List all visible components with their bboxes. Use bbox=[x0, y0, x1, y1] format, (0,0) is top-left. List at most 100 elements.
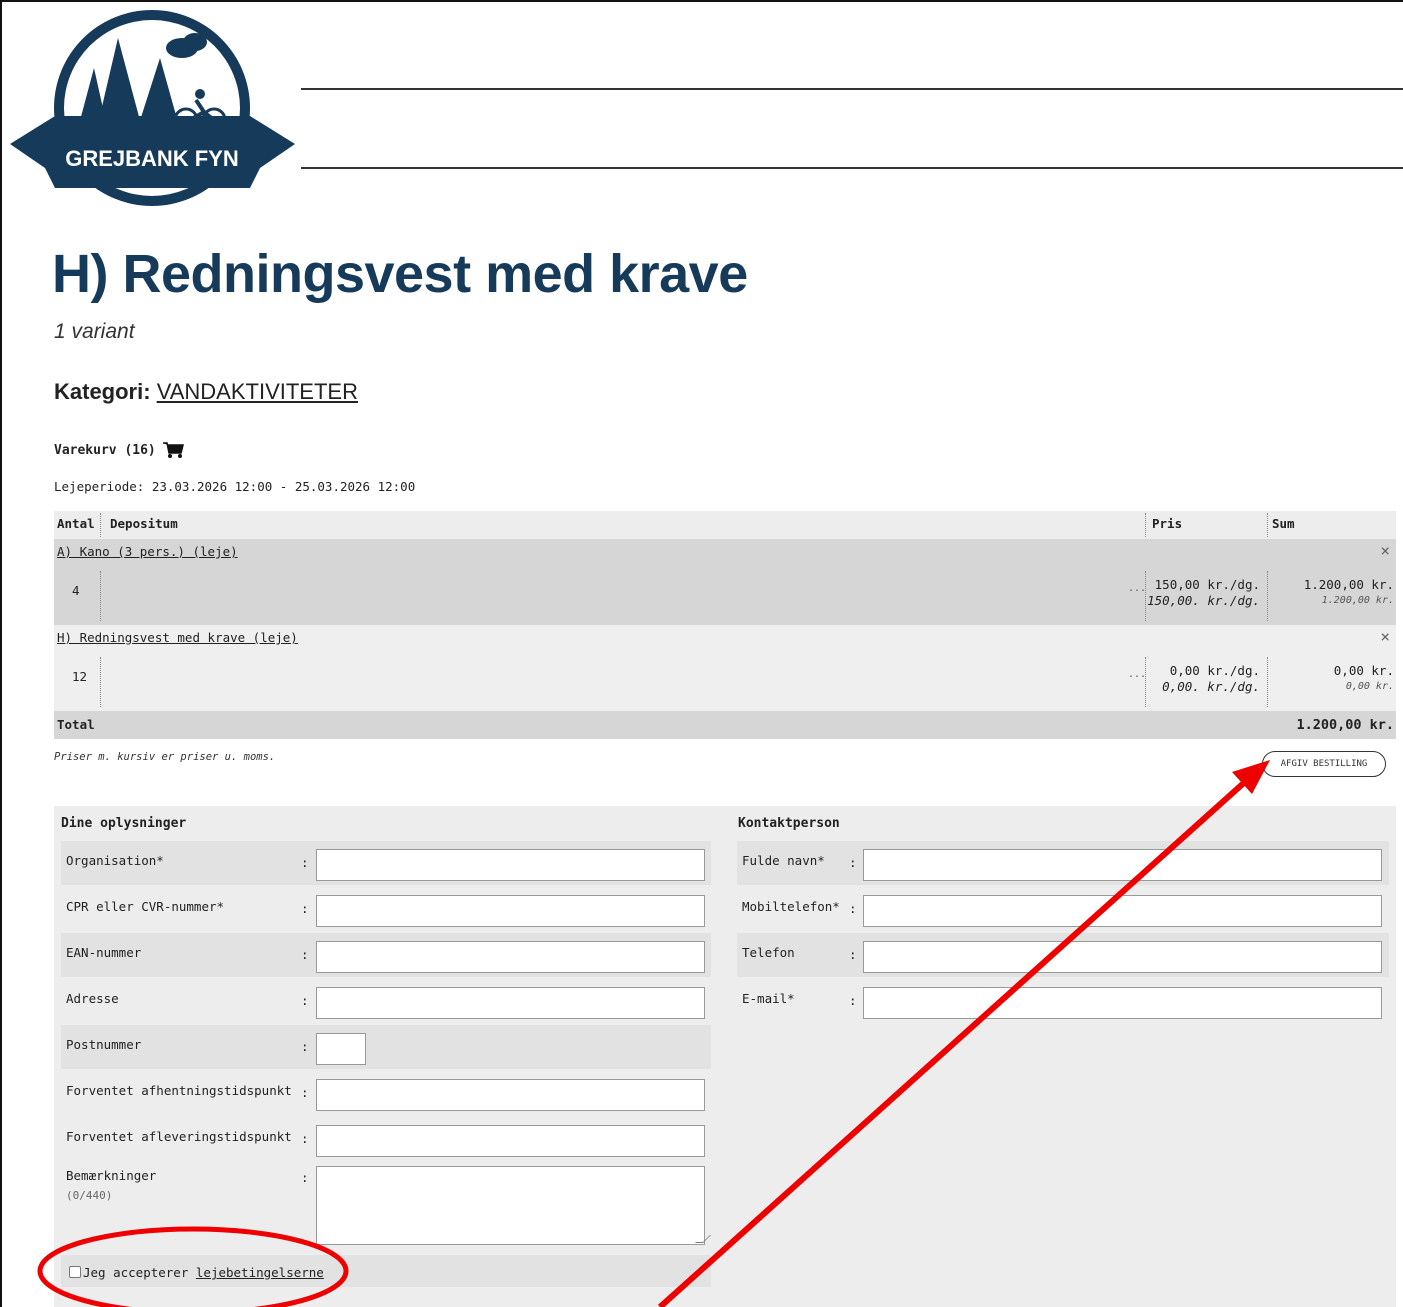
total-label: Total bbox=[57, 717, 95, 732]
remove-item-icon[interactable]: × bbox=[1380, 627, 1390, 646]
cart-header-row: Antal Depositum Pris Sum bbox=[54, 511, 1396, 539]
contact-person-title: Kontaktperson bbox=[738, 816, 840, 831]
field-label: EAN-nummer bbox=[66, 945, 142, 960]
field-colon: : bbox=[849, 947, 857, 962]
col-divider bbox=[100, 657, 101, 707]
item-price-ex-vat: 0,00. kr./dg. bbox=[1162, 679, 1260, 694]
col-divider bbox=[1267, 513, 1268, 537]
accept-terms-text: Jeg accepterer bbox=[83, 1265, 189, 1280]
field-colon: : bbox=[849, 993, 857, 1008]
item-price-ex-vat: 150,00. kr./dg. bbox=[1147, 593, 1260, 608]
col-divider bbox=[1267, 571, 1268, 621]
col-divider bbox=[100, 513, 101, 537]
accept-terms-label[interactable]: Jeg accepterer lejebetingelserne bbox=[83, 1265, 324, 1280]
form-row-phone: Telefon : bbox=[737, 933, 1389, 977]
col-divider bbox=[1145, 571, 1146, 621]
address-input[interactable] bbox=[316, 987, 705, 1019]
item-qty: 12 bbox=[72, 669, 88, 684]
place-order-button[interactable]: AFGIV BESTILLING bbox=[1262, 751, 1386, 777]
field-label: Postnummer bbox=[66, 1037, 142, 1052]
cart-item-row: 4 ... 150,00 kr./dg. 150,00. kr./dg. 1.2… bbox=[54, 567, 1396, 625]
email-input[interactable] bbox=[863, 987, 1382, 1019]
item-sum: 1.200,00 kr. bbox=[1303, 577, 1394, 592]
form-row-organisation: Organisation* : bbox=[61, 841, 711, 885]
phone-input[interactable] bbox=[863, 941, 1382, 973]
full-name-input[interactable] bbox=[863, 849, 1382, 881]
field-label: E-mail* bbox=[742, 991, 795, 1006]
cpr-cvr-input[interactable] bbox=[316, 895, 705, 927]
form-row-cpr-cvr: CPR eller CVR-nummer* : bbox=[61, 887, 711, 931]
field-label: Bemærkninger bbox=[66, 1168, 157, 1183]
field-label: Organisation* bbox=[66, 853, 164, 868]
cart-heading[interactable]: Varekurv (16) bbox=[54, 441, 184, 459]
field-label: Fulde navn* bbox=[742, 853, 825, 868]
col-divider bbox=[100, 571, 101, 621]
rental-period: Lejeperiode: 23.03.2026 12:00 - 25.03.20… bbox=[54, 479, 416, 494]
field-label: CPR eller CVR-nummer* bbox=[66, 899, 225, 914]
col-sum: Sum bbox=[1272, 516, 1295, 531]
field-colon: : bbox=[301, 901, 309, 916]
total-value: 1.200,00 kr. bbox=[1296, 717, 1394, 733]
accept-terms-row: Jeg accepterer lejebetingelserne bbox=[61, 1255, 711, 1287]
cart-item-title: H) Redningsvest med krave (leje) × bbox=[54, 625, 1396, 653]
cart-total-row: Total 1.200,00 kr. bbox=[54, 711, 1396, 739]
form-row-pickup-time: Forventet afhentningstidspunkt : bbox=[61, 1071, 711, 1115]
form-row-postal-code: Postnummer : bbox=[61, 1025, 711, 1069]
field-colon: : bbox=[301, 1131, 309, 1146]
field-label: Adresse bbox=[66, 991, 119, 1006]
organisation-input[interactable] bbox=[316, 849, 705, 881]
item-price: 150,00 kr./dg. bbox=[1154, 577, 1260, 592]
category-link[interactable]: VANDAKTIVITETER bbox=[157, 379, 358, 404]
field-label: Forventet afleveringstidspunkt bbox=[66, 1129, 292, 1144]
remarks-textarea[interactable] bbox=[316, 1166, 711, 1245]
cart-item-title: A) Kano (3 pers.) (leje) × bbox=[54, 539, 1396, 567]
field-colon: : bbox=[301, 1085, 309, 1100]
field-colon: : bbox=[301, 1039, 309, 1054]
field-colon: : bbox=[301, 993, 309, 1008]
form-row-address: Adresse : bbox=[61, 979, 711, 1023]
cart-item-link[interactable]: H) Redningsvest med krave (leje) bbox=[57, 630, 298, 645]
field-label: Telefon bbox=[742, 945, 795, 960]
field-colon: : bbox=[301, 1170, 309, 1185]
category-line: Kategori: VANDAKTIVITETER bbox=[54, 379, 358, 405]
page-title: H) Redningsvest med krave bbox=[52, 244, 748, 304]
cart-item-link[interactable]: A) Kano (3 pers.) (leje) bbox=[57, 544, 238, 559]
accept-terms-checkbox[interactable] bbox=[69, 1266, 81, 1278]
field-colon: : bbox=[301, 947, 309, 962]
your-info-title: Dine oplysninger bbox=[61, 816, 187, 831]
rental-terms-link[interactable]: lejebetingelserne bbox=[196, 1265, 324, 1280]
item-ellipsis: ... bbox=[1128, 583, 1147, 594]
col-divider bbox=[1267, 657, 1268, 707]
field-colon: : bbox=[849, 901, 857, 916]
postal-code-input[interactable] bbox=[316, 1033, 366, 1065]
item-price: 0,00 kr./dg. bbox=[1169, 663, 1260, 678]
col-pris: Pris bbox=[1152, 516, 1183, 531]
col-divider bbox=[1145, 657, 1146, 707]
resize-handle[interactable] bbox=[695, 1235, 711, 1243]
field-label: Forventet afhentningstidspunkt bbox=[66, 1083, 292, 1098]
remarks-counter: (0/440) bbox=[66, 1189, 113, 1202]
remove-item-icon[interactable]: × bbox=[1380, 541, 1390, 560]
form-row-email: E-mail* : bbox=[737, 979, 1389, 1023]
ean-input[interactable] bbox=[316, 941, 705, 973]
form-row-full-name: Fulde navn* : bbox=[737, 841, 1389, 885]
form-row-mobile: Mobiltelefon* : bbox=[737, 887, 1389, 931]
return-time-input[interactable] bbox=[316, 1125, 705, 1157]
field-colon: : bbox=[849, 855, 857, 870]
col-depositum: Depositum bbox=[110, 516, 178, 531]
cart-item-row: 12 ... 0,00 kr./dg. 0,00. kr./dg. 0,00 k… bbox=[54, 653, 1396, 711]
cart-heading-label: Varekurv (16) bbox=[54, 442, 156, 458]
header-rule-bottom bbox=[301, 167, 1403, 169]
form-row-ean: EAN-nummer : bbox=[61, 933, 711, 977]
pickup-time-input[interactable] bbox=[316, 1079, 705, 1111]
item-qty: 4 bbox=[72, 583, 80, 598]
mobile-input[interactable] bbox=[863, 895, 1382, 927]
item-ellipsis: ... bbox=[1128, 669, 1147, 680]
grejbank-fyn-logo[interactable]: GREJBANK FYN bbox=[10, 8, 295, 213]
field-colon: : bbox=[301, 855, 309, 870]
item-sum-ex-vat: 1.200,00 kr. bbox=[1321, 595, 1394, 606]
item-sum: 0,00 kr. bbox=[1333, 663, 1394, 678]
field-label: Mobiltelefon* bbox=[742, 899, 840, 914]
logo-text: GREJBANK FYN bbox=[65, 146, 239, 171]
cart-icon[interactable] bbox=[162, 441, 184, 459]
